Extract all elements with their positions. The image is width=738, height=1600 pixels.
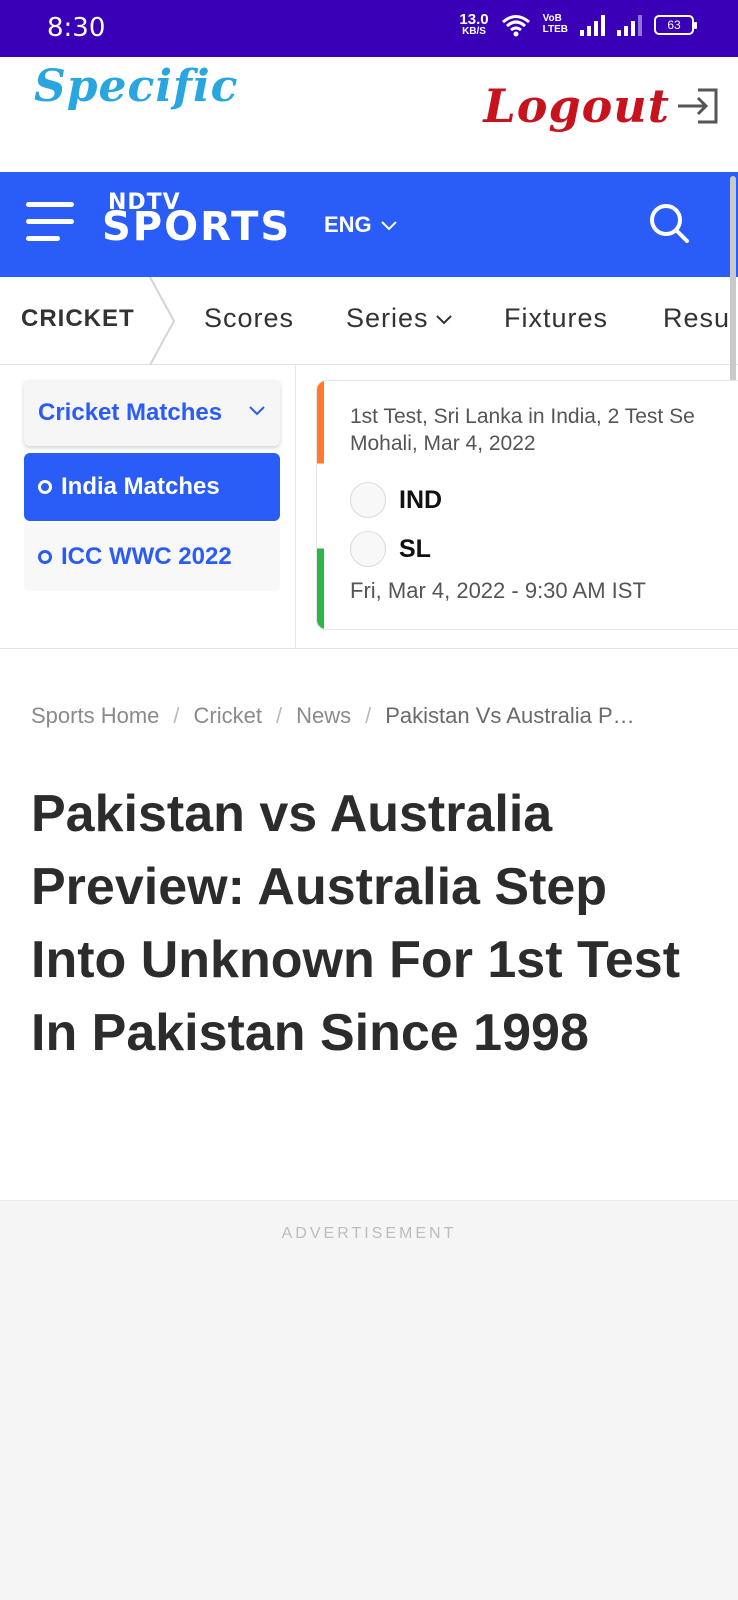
battery-level: 63 xyxy=(667,17,681,32)
status-time: 8:30 xyxy=(47,13,106,43)
filter-india-matches[interactable]: India Matches xyxy=(24,453,280,521)
signal-icon-sim1 xyxy=(580,14,605,36)
scores-filter-panel: Cricket Matches India Matches ICC WWC 20… xyxy=(0,365,296,649)
match-datetime: Fri, Mar 4, 2022 - 9:30 AM IST xyxy=(350,578,646,603)
match-title: 1st Test, Sri Lanka in India, 2 Test Se … xyxy=(350,403,738,457)
logout-label: Logout xyxy=(483,79,670,133)
breadcrumb-separator: / xyxy=(173,703,180,728)
filter-icc-wwc-2022[interactable]: ICC WWC 2022 xyxy=(24,523,280,591)
breadcrumb-separator: / xyxy=(275,703,283,728)
site-header: NDTV SPORTS ENG xyxy=(0,172,738,277)
tab-scores[interactable]: Scores xyxy=(204,303,294,334)
language-selector[interactable]: ENG xyxy=(324,212,398,238)
scores-widget: Cricket Matches India Matches ICC WWC 20… xyxy=(0,365,738,649)
match-card[interactable]: 1st Test, Sri Lanka in India, 2 Test Se … xyxy=(316,380,738,630)
logout-icon xyxy=(678,88,718,124)
filter-label: ICC WWC 2022 xyxy=(61,543,232,570)
tab-series[interactable]: Series xyxy=(346,303,453,334)
advertisement-slot: ADVERTISEMENT xyxy=(0,1200,738,1600)
signal-icon-sim2 xyxy=(617,14,642,36)
tab-series-label: Series xyxy=(346,303,429,333)
team-row: SL xyxy=(350,531,431,567)
breadcrumb: Sports Home / Cricket / News / Pakistan Vs Aus… xyxy=(31,703,711,729)
breadcrumb-item[interactable]: Sports Home xyxy=(31,703,159,728)
cricket-matches-dropdown[interactable]: Cricket Matches xyxy=(24,380,280,446)
menu-icon[interactable] xyxy=(26,202,74,242)
volte-top: VoB xyxy=(542,13,562,24)
status-bar: 8:30 13.0 KB/S VoB LTEB 63 xyxy=(0,0,738,57)
breadcrumb-item[interactable]: Cricket xyxy=(194,703,262,728)
filter-label: India Matches xyxy=(61,473,220,500)
chevron-down-icon xyxy=(249,406,265,416)
breadcrumb-current: Pakistan Vs Australia P… xyxy=(385,703,635,728)
logo-sports: SPORTS xyxy=(102,204,292,250)
radio-dot-icon xyxy=(38,550,52,564)
search-icon[interactable] xyxy=(648,202,690,244)
team-crest-icon xyxy=(350,531,386,567)
language-label: ENG xyxy=(324,212,372,237)
team-row: IND xyxy=(350,482,442,518)
ndtv-sports-logo[interactable]: NDTV SPORTS xyxy=(102,190,312,260)
advertisement-label: ADVERTISEMENT xyxy=(281,1225,457,1242)
match-title-line2: Mohali, Mar 4, 2022 xyxy=(350,432,536,455)
match-title-line1: 1st Test, Sri Lanka in India, 2 Test Se xyxy=(350,405,695,428)
india-flag-stripe xyxy=(317,381,324,629)
volte-indicator: VoB LTEB xyxy=(542,13,568,35)
chevron-down-icon xyxy=(435,314,452,324)
chevron-down-icon xyxy=(380,221,397,231)
team-name: SL xyxy=(399,534,431,563)
dropdown-label: Cricket Matches xyxy=(38,399,223,426)
breadcrumb-item[interactable]: News xyxy=(296,703,351,728)
volte-bottom: LTEB xyxy=(542,23,568,35)
tab-fixtures[interactable]: Fixtures xyxy=(504,303,608,334)
team-crest-icon xyxy=(350,482,386,518)
nav-cricket[interactable]: CRICKET xyxy=(21,305,135,333)
app-header: Specific Logout xyxy=(0,57,738,172)
network-speed-unit: KB/S xyxy=(462,26,486,37)
team-name: IND xyxy=(399,485,443,514)
breadcrumb-separator: / xyxy=(365,703,372,728)
section-nav: CRICKET Scores Series Fixtures Resul xyxy=(0,277,738,365)
battery-icon: 63 xyxy=(654,14,697,35)
wifi-icon xyxy=(501,14,530,36)
status-icons: 13.0 KB/S VoB LTEB 63 xyxy=(459,12,697,37)
article-headline: Pakistan vs Australia Preview: Australia… xyxy=(31,785,681,1062)
chevron-right-icon xyxy=(149,277,176,365)
radio-dot-icon xyxy=(38,480,52,494)
network-speed-value: 13.0 xyxy=(459,11,489,28)
tab-results[interactable]: Resul xyxy=(663,303,737,334)
network-speed: 13.0 KB/S xyxy=(459,12,488,37)
logout-button[interactable]: Logout xyxy=(483,79,720,133)
app-brand: Specific xyxy=(34,61,239,112)
